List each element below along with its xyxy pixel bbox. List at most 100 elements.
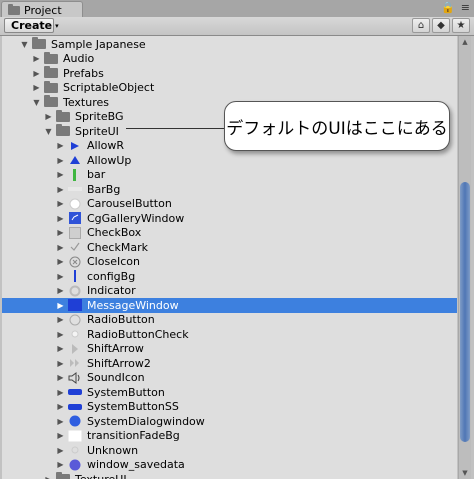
expand-right-icon[interactable]: ▶ bbox=[56, 301, 65, 310]
expand-right-icon[interactable]: ▶ bbox=[32, 54, 41, 63]
expand-right-icon[interactable]: ▶ bbox=[56, 156, 65, 165]
system-button-icon bbox=[68, 386, 82, 398]
tree-asset-row[interactable]: ▶ configBg bbox=[2, 269, 457, 284]
expand-right-icon[interactable]: ▶ bbox=[56, 272, 65, 281]
tab-project[interactable]: Project bbox=[1, 1, 83, 18]
tree-folder-row[interactable]: ▶ Prefabs bbox=[2, 66, 457, 81]
vertical-scrollbar[interactable]: ▲ ▼ bbox=[458, 36, 471, 479]
tree-asset-row[interactable]: ▶ RadioButtonCheck bbox=[2, 327, 457, 342]
unknown-icon bbox=[68, 444, 82, 456]
tree-item-label: bar bbox=[87, 168, 106, 182]
system-button-ss-icon bbox=[68, 401, 82, 413]
tree-asset-row[interactable]: ▶ SoundIcon bbox=[2, 371, 457, 386]
tree-item-label: Indicator bbox=[87, 284, 136, 298]
expand-right-icon[interactable]: ▶ bbox=[56, 344, 65, 353]
expand-right-icon[interactable]: ▶ bbox=[56, 243, 65, 252]
radio-check-icon bbox=[68, 328, 82, 340]
tree-asset-row[interactable]: ▶ SystemButtonSS bbox=[2, 400, 457, 415]
tree-asset-row[interactable]: ▶ transitionFadeBg bbox=[2, 429, 457, 444]
folder-icon bbox=[44, 95, 58, 108]
speaker-icon bbox=[68, 371, 82, 384]
checkmark-icon bbox=[68, 241, 82, 253]
expand-right-icon[interactable]: ▶ bbox=[56, 214, 65, 223]
tree-asset-row[interactable]: ▶ Unknown bbox=[2, 443, 457, 458]
expand-right-icon[interactable]: ▶ bbox=[56, 431, 65, 440]
tree-folder-row[interactable]: ▶ TextureUI bbox=[2, 472, 457, 479]
expand-right-icon[interactable]: ▶ bbox=[56, 286, 65, 295]
expand-right-icon[interactable]: ▶ bbox=[56, 388, 65, 397]
expand-right-icon[interactable]: ▶ bbox=[56, 199, 65, 208]
tree-item-label: Textures bbox=[63, 95, 109, 109]
search-field[interactable] bbox=[110, 19, 410, 32]
expand-right-icon[interactable]: ▶ bbox=[56, 228, 65, 237]
window-controls: 🔒 ≡ bbox=[441, 1, 470, 14]
tree-item-label: RadioButton bbox=[87, 313, 155, 327]
gallery-icon bbox=[68, 212, 82, 225]
tree-asset-row[interactable]: ▶ RadioButton bbox=[2, 313, 457, 328]
tree-folder-row[interactable]: ▶ ScriptableObject bbox=[2, 80, 457, 96]
expand-right-icon[interactable]: ▶ bbox=[44, 475, 53, 479]
expand-right-icon[interactable]: ▶ bbox=[56, 460, 65, 469]
expand-right-icon[interactable]: ▶ bbox=[32, 69, 41, 78]
tree-asset-row[interactable]: ▶ Indicator bbox=[2, 284, 457, 299]
tree-item-label: SpriteUI bbox=[75, 124, 119, 138]
tree-asset-row[interactable]: ▶ CgGalleryWindow bbox=[2, 211, 457, 226]
fade-bg-icon bbox=[68, 429, 82, 442]
scroll-down-icon[interactable]: ▼ bbox=[459, 467, 471, 479]
tree-asset-row[interactable]: ▶ ShiftArrow bbox=[2, 342, 457, 357]
expand-down-icon[interactable]: ▼ bbox=[20, 40, 29, 49]
tag-icon[interactable]: ⌂ bbox=[412, 18, 430, 33]
tree-folder-row[interactable]: ▼ Sample Japanese bbox=[2, 37, 457, 52]
expand-down-icon[interactable]: ▼ bbox=[44, 127, 53, 136]
tree-asset-row[interactable]: ▶ bar bbox=[2, 168, 457, 183]
tree-item-label: Sample Japanese bbox=[51, 37, 146, 51]
tree-asset-row[interactable]: ▶ MessageWindow bbox=[2, 298, 457, 313]
scrollbar-thumb[interactable] bbox=[460, 182, 470, 442]
expand-right-icon[interactable]: ▶ bbox=[56, 170, 65, 179]
bar-icon bbox=[68, 168, 82, 181]
expand-right-icon[interactable]: ▶ bbox=[56, 315, 65, 324]
filter-icon[interactable]: ◆ bbox=[432, 18, 450, 33]
star-icon[interactable]: ★ bbox=[452, 18, 470, 33]
tree-asset-row[interactable]: ▶ CloseIcon bbox=[2, 255, 457, 270]
tab-label: Project bbox=[24, 3, 62, 17]
expand-down-icon[interactable]: ▼ bbox=[32, 98, 41, 107]
tree-folder-row[interactable]: ▶ Audio bbox=[2, 51, 457, 67]
tree-item-label: SpriteBG bbox=[75, 110, 124, 124]
shift-arrow-icon bbox=[68, 343, 82, 355]
expand-right-icon[interactable]: ▶ bbox=[56, 141, 65, 150]
lock-icon[interactable]: 🔒 bbox=[441, 1, 455, 14]
tree-asset-row[interactable]: ▶ ShiftArrow2 bbox=[2, 356, 457, 371]
tree-asset-row[interactable]: ▶ CheckBox bbox=[2, 226, 457, 241]
expand-right-icon[interactable]: ▶ bbox=[56, 373, 65, 382]
create-button[interactable]: Create ▾ bbox=[4, 18, 59, 33]
expand-right-icon[interactable]: ▶ bbox=[56, 402, 65, 411]
tree-asset-row[interactable]: ▶ window_savedata bbox=[2, 458, 457, 473]
indicator-icon bbox=[68, 285, 82, 297]
tree-asset-row[interactable]: ▶ AllowUp bbox=[2, 153, 457, 168]
expand-right-icon[interactable]: ▶ bbox=[56, 417, 65, 426]
project-window: Project 🔒 ≡ Create ▾ ⌂ ◆ ★ ▼ Sample Japan… bbox=[0, 0, 474, 479]
tree-item-label: ScriptableObject bbox=[63, 81, 155, 95]
menu-icon[interactable]: ≡ bbox=[461, 1, 470, 14]
callout-pointer bbox=[126, 128, 226, 129]
expand-right-icon[interactable]: ▶ bbox=[56, 330, 65, 339]
tree-item-label: configBg bbox=[87, 269, 136, 283]
expand-right-icon[interactable]: ▶ bbox=[32, 83, 41, 92]
tree-asset-row[interactable]: ▶ SystemDialogwindow bbox=[2, 414, 457, 429]
tree-item-label: CheckMark bbox=[87, 240, 148, 254]
tree-asset-row[interactable]: ▶ CarouselButton bbox=[2, 197, 457, 212]
tree-asset-row[interactable]: ▶ SystemButton bbox=[2, 385, 457, 400]
expand-right-icon[interactable]: ▶ bbox=[56, 185, 65, 194]
tree-asset-row[interactable]: ▶ BarBg bbox=[2, 182, 457, 197]
scroll-up-icon[interactable]: ▲ bbox=[459, 36, 471, 48]
tree-item-label: Unknown bbox=[87, 443, 139, 457]
expand-right-icon[interactable]: ▶ bbox=[56, 359, 65, 368]
expand-right-icon[interactable]: ▶ bbox=[56, 257, 65, 266]
tree-item-label: CheckBox bbox=[87, 226, 142, 240]
expand-right-icon[interactable]: ▶ bbox=[56, 446, 65, 455]
tree-asset-row[interactable]: ▶ CheckMark bbox=[2, 240, 457, 255]
tree-item-label: CgGalleryWindow bbox=[87, 211, 185, 225]
dialog-icon bbox=[68, 415, 82, 427]
expand-right-icon[interactable]: ▶ bbox=[44, 112, 53, 121]
